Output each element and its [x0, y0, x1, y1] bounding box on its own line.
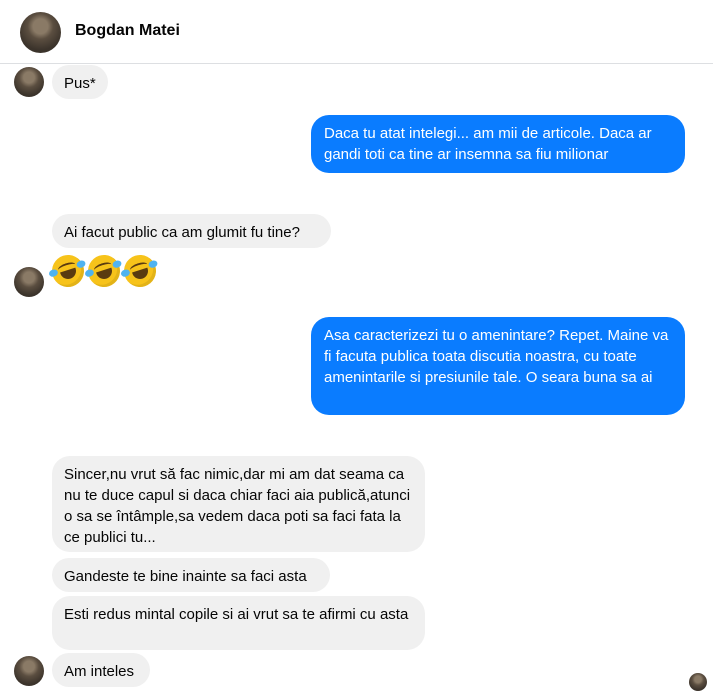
rolling-on-floor-laughing-emoji [119, 250, 161, 292]
message-bubble-outgoing: Asa caracterizezi tu o amenintare? Repet… [311, 317, 685, 415]
contact-name[interactable]: Bogdan Matei [75, 22, 180, 40]
message-bubble-incoming: Gandeste te bine inainte sa faci asta [52, 558, 330, 592]
message-bubble-incoming: Esti redus mintal copile si ai vrut sa t… [52, 596, 425, 650]
seen-indicator-avatar [689, 673, 707, 691]
message-bubble-incoming: Ai facut public ca am glumit fu tine? [52, 214, 331, 248]
conversation-header: Bogdan Matei [0, 0, 713, 64]
message-bubble-incoming: Pus* [52, 65, 108, 99]
contact-avatar[interactable] [14, 67, 44, 97]
message-bubble-incoming: Am inteles [52, 653, 150, 687]
contact-avatar[interactable] [14, 267, 44, 297]
contact-avatar[interactable] [20, 12, 61, 53]
message-bubble-outgoing: Daca tu atat intelegi... am mii de artic… [311, 115, 685, 173]
contact-avatar[interactable] [14, 656, 44, 686]
message-bubble-incoming: Sincer,nu vrut să fac nimic,dar mi am da… [52, 456, 425, 552]
rolling-on-floor-laughing-emoji [47, 250, 89, 292]
emoji-message [47, 250, 161, 292]
rolling-on-floor-laughing-emoji [83, 250, 125, 292]
